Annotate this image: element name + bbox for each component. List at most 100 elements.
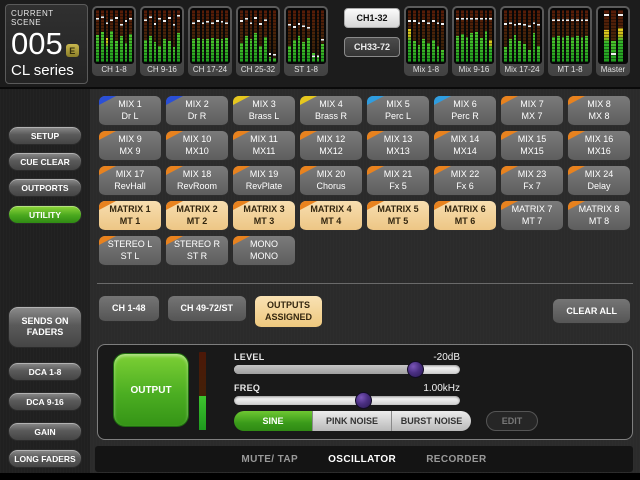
channel-color-tag (233, 131, 250, 140)
meter-block-ch-1-8[interactable]: CH 1-8 (92, 6, 136, 76)
sidebar-button-long-faders[interactable]: LONG FADERS (8, 449, 82, 468)
bus-button-title: MIX 15 (518, 134, 547, 145)
meter-block-ch-9-16[interactable]: CH 9-16 (140, 6, 184, 76)
bus-button-mix-12[interactable]: MIX 12MX12 (300, 131, 362, 161)
filter-tab-outputs-assigned[interactable]: OUTPUTS ASSIGNED (255, 296, 322, 328)
bus-button-matrix-7[interactable]: MATRIX 7MT 7 (501, 201, 563, 231)
bus-button-mix-6[interactable]: MIX 6Perc R (434, 96, 496, 126)
bottom-tab-mute-tap[interactable]: MUTE/ TAP (241, 454, 298, 465)
level-slider-handle[interactable] (407, 361, 424, 378)
meter-peak-indicator (611, 53, 616, 55)
bus-button-name: MT 6 (455, 216, 476, 227)
sidebar-button-cue-clear[interactable]: CUE CLEAR (8, 152, 82, 171)
bus-button-mix-17[interactable]: MIX 17RevHall (99, 166, 161, 196)
meter-block-ch-17-24[interactable]: CH 17-24 (188, 6, 232, 76)
meter-bar-fill (154, 42, 157, 62)
meter-peak-indicator (437, 22, 440, 24)
meter-label: CH 1-8 (94, 64, 134, 75)
oscillator-edit-button[interactable]: EDIT (486, 411, 538, 431)
sidebar-button-setup[interactable]: SETUP (8, 126, 82, 145)
bus-button-name: ST L (121, 251, 140, 262)
sidebar-button-outports[interactable]: OUTPORTS (8, 178, 82, 197)
bus-button-mix-23[interactable]: MIX 23Fx 7 (501, 166, 563, 196)
bus-button-name: MX15 (520, 146, 544, 157)
bus-button-mix-15[interactable]: MIX 15MX15 (501, 131, 563, 161)
meter-block-ch-25-32[interactable]: CH 25-32 (236, 6, 280, 76)
meter-bar (254, 10, 257, 62)
bus-button-mix-1[interactable]: MIX 1Dr L (99, 96, 161, 126)
meter-label: Master (598, 64, 628, 75)
meter-block-mix-17-24[interactable]: Mix 17-24 (500, 6, 544, 76)
bottom-tab-oscillator[interactable]: OSCILLATOR (328, 454, 396, 465)
meter-block-mt-1-8[interactable]: MT 1-8 (548, 6, 592, 76)
meter-bar (581, 10, 584, 62)
bus-button-mix-11[interactable]: MIX 11MX11 (233, 131, 295, 161)
meter-block-mix-9-16[interactable]: Mix 9-16 (452, 6, 496, 76)
channel-color-tag (501, 201, 518, 210)
bus-button-mix-10[interactable]: MIX 10MX10 (166, 131, 228, 161)
bus-button-mix-3[interactable]: MIX 3Brass L (233, 96, 295, 126)
bus-button-mix-22[interactable]: MIX 22Fx 6 (434, 166, 496, 196)
meter-block-mix-1-8[interactable]: Mix 1-8 (404, 6, 448, 76)
meter-screen (142, 8, 182, 64)
freq-slider-handle[interactable] (355, 392, 372, 409)
meter-bar-fill (441, 50, 444, 62)
bus-button-mono[interactable]: MONOMONO (233, 236, 295, 266)
bus-button-name: MX12 (319, 146, 343, 157)
meter-block-master[interactable]: Master (596, 6, 630, 76)
sidebar-button-sends-on-faders[interactable]: SENDS ON FADERS (8, 306, 82, 348)
meter-bank-button-ch1-32[interactable]: CH1-32 (344, 8, 400, 28)
clear-all-button[interactable]: CLEAR ALL (553, 299, 630, 324)
bus-button-mix-9[interactable]: MIX 9MX 9 (99, 131, 161, 161)
oscillator-mode-burst-noise[interactable]: BURST NOISE (392, 411, 471, 431)
sidebar-button-gain[interactable]: GAIN (8, 422, 82, 441)
meter-peak-indicator (312, 55, 315, 57)
bus-button-mix-2[interactable]: MIX 2Dr R (166, 96, 228, 126)
filter-tab-ch-1-48[interactable]: CH 1-48 (99, 296, 159, 322)
bus-button-mix-16[interactable]: MIX 16MX16 (568, 131, 630, 161)
bus-button-stereo-l[interactable]: STEREO LST L (99, 236, 161, 266)
oscillator-output-button[interactable]: OUTPUT (113, 353, 189, 427)
sidebar-button-dca-9-16[interactable]: DCA 9-16 (8, 392, 82, 411)
meter-block-st-1-8[interactable]: ST 1-8 (284, 6, 328, 76)
channel-color-tag (99, 201, 116, 210)
bus-button-mix-5[interactable]: MIX 5Perc L (367, 96, 429, 126)
bus-button-matrix-3[interactable]: MATRIX 3MT 3 (233, 201, 295, 231)
meter-bar (125, 10, 128, 62)
freq-slider[interactable] (234, 396, 460, 405)
meter-bar-fill (125, 43, 128, 62)
sidebar-button-dca-1-8[interactable]: DCA 1-8 (8, 362, 82, 381)
bus-button-matrix-5[interactable]: MATRIX 5MT 5 (367, 201, 429, 231)
bus-button-mix-14[interactable]: MIX 14MX14 (434, 131, 496, 161)
bus-button-mix-19[interactable]: MIX 19RevPlate (233, 166, 295, 196)
meter-peak-indicator (523, 24, 526, 26)
level-slider[interactable] (234, 365, 460, 374)
bus-button-matrix-1[interactable]: MATRIX 1MT 1 (99, 201, 161, 231)
bus-button-matrix-4[interactable]: MATRIX 4MT 4 (300, 201, 362, 231)
meter-bar (562, 10, 565, 62)
oscillator-mode-pink-noise[interactable]: PINK NOISE (313, 411, 392, 431)
meter-screen (286, 8, 326, 64)
oscillator-mode-sine[interactable]: SINE (234, 411, 313, 431)
bus-button-mix-24[interactable]: MIX 24Delay (568, 166, 630, 196)
filter-tab-ch-49-72-st[interactable]: CH 49-72/ST (168, 296, 247, 322)
bus-button-matrix-2[interactable]: MATRIX 2MT 2 (166, 201, 228, 231)
scene-panel[interactable]: CURRENT SCENE 005 E CL series (5, 4, 88, 84)
meter-bar (611, 10, 616, 62)
meter-bank-button-ch33-72[interactable]: CH33-72 (344, 37, 400, 57)
bus-button-stereo-r[interactable]: STEREO RST R (166, 236, 228, 266)
bus-button-mix-18[interactable]: MIX 18RevRoom (166, 166, 228, 196)
bus-button-matrix-8[interactable]: MATRIX 8MT 8 (568, 201, 630, 231)
bus-button-mix-7[interactable]: MIX 7MX 7 (501, 96, 563, 126)
bus-button-mix-8[interactable]: MIX 8MX 8 (568, 96, 630, 126)
bus-button-mix-13[interactable]: MIX 13MX13 (367, 131, 429, 161)
bus-button-matrix-6[interactable]: MATRIX 6MT 6 (434, 201, 496, 231)
bus-button-mix-20[interactable]: MIX 20Chorus (300, 166, 362, 196)
meter-peak-indicator (269, 53, 272, 55)
meter-bar (259, 10, 262, 62)
bus-button-mix-4[interactable]: MIX 4Brass R (300, 96, 362, 126)
scene-edited-badge: E (66, 44, 79, 57)
bus-button-mix-21[interactable]: MIX 21Fx 5 (367, 166, 429, 196)
bottom-tab-recorder[interactable]: RECORDER (426, 454, 486, 465)
sidebar-button-utility[interactable]: UTILITY (8, 205, 82, 224)
